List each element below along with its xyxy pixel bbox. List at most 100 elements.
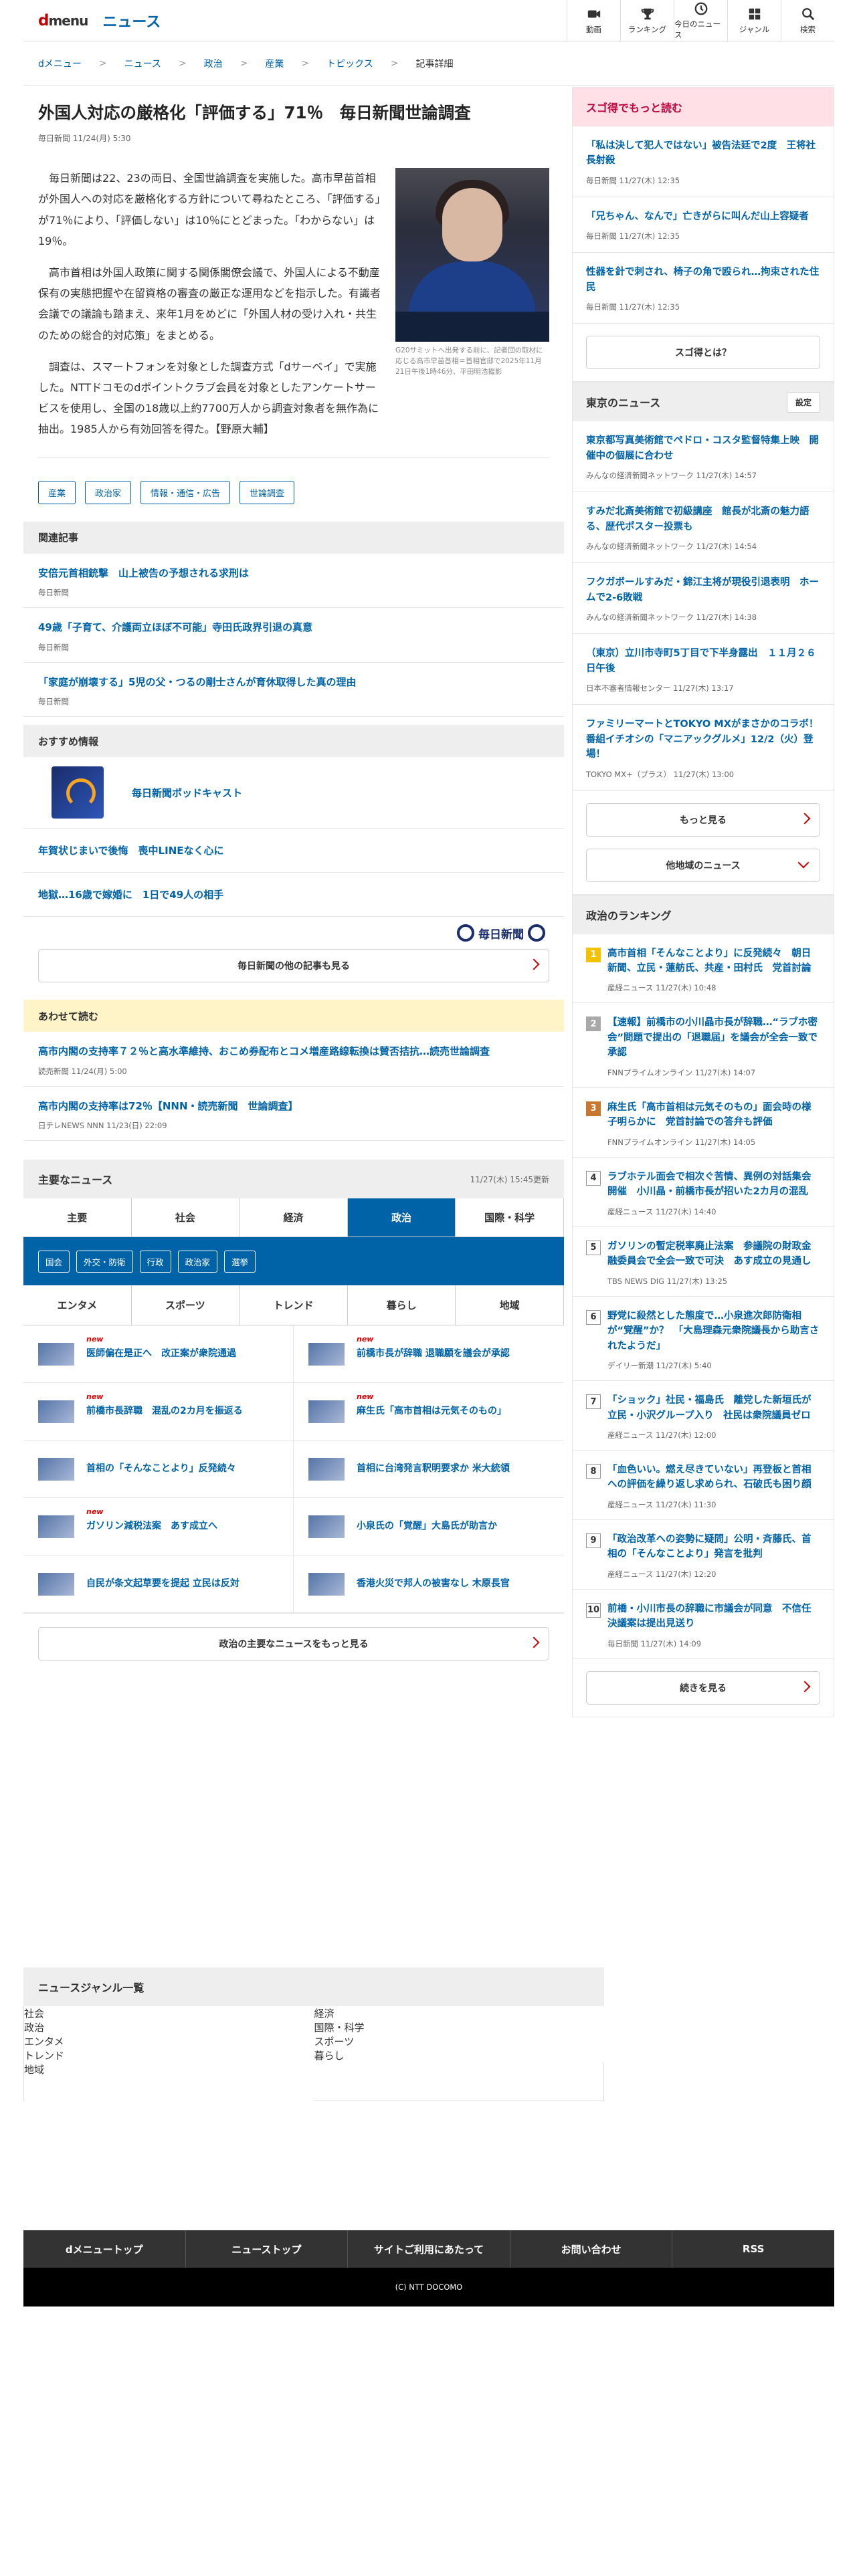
breadcrumb-news[interactable]: ニュース xyxy=(124,57,161,70)
genre-trend[interactable]: トレンド xyxy=(24,2048,314,2062)
ranking-item[interactable]: 3 麻生氏「高市首相は元気そのもの」面会時の様子明らかに 党首討論での答弁も評価 F… xyxy=(573,1088,834,1158)
tokyo-item[interactable]: ファミリーマートとTOKYO MXがまさかのコラボ！番組イチオシの「マニアックグ… xyxy=(573,705,834,791)
news-item[interactable]: new ガソリン減税法案 あす成立へ xyxy=(23,1498,294,1556)
dmenu-logo[interactable]: dmenu xyxy=(38,12,88,29)
tokyo-item[interactable]: （東京）立川市寺町5丁目で下半身露出 １１月２６日午後 日本不審者情報センター 1… xyxy=(573,634,834,706)
footer-terms[interactable]: サイトご利用にあたって xyxy=(348,2230,510,2268)
genre-economy[interactable]: 経済 xyxy=(314,2006,605,2020)
other-region-button[interactable]: 他地域のニュース xyxy=(586,848,820,882)
ranking-item[interactable]: 10 前橋・小川市長の辞職に市議会が同意 不信任決議案は提出見送り 毎日新聞 11/… xyxy=(573,1590,834,1659)
sidebar: スゴ得でもっと読む 「私は決して犯人ではない」被告法廷で2度 王将社長射殺 毎日新… xyxy=(572,87,834,1717)
copyright: (C) NTT DOCOMO xyxy=(23,2268,834,2306)
video-nav[interactable]: 動画 xyxy=(567,0,620,41)
breadcrumb-dmenu[interactable]: dメニュー xyxy=(38,57,82,70)
news-thumbnail xyxy=(308,1342,345,1366)
footer-news-top[interactable]: ニューストップ xyxy=(186,2230,349,2268)
sugo-item[interactable]: 「私は決して犯人ではない」被告法廷で2度 王将社長射殺 毎日新聞 11/27(木)… xyxy=(573,126,834,197)
subtag-item[interactable]: 選挙 xyxy=(224,1250,256,1273)
tab-entertainment[interactable]: エンタメ xyxy=(23,1285,132,1325)
recommend-item[interactable]: 年賀状じまいで後悔 喪中LINEなく心に xyxy=(23,829,564,873)
ranking-item[interactable]: 4 ラブホテル面会で相次ぐ苦情、異例の対話集会開催 小川晶・前橋市長が招いた2カ月… xyxy=(573,1158,834,1227)
search-nav[interactable]: 検索 xyxy=(781,0,834,41)
also-item[interactable]: 高市内閣の支持率７２％と高水準維持、おこめ券配布とコメ増産路線転換は賛否拮抗…読… xyxy=(23,1032,564,1087)
ranking-item[interactable]: 9 「政治改革への姿勢に疑問」公明・斉藤氏、首相の「そんなことより」発言を批判 産経… xyxy=(573,1520,834,1590)
subtag-item[interactable]: 行政 xyxy=(139,1250,171,1273)
news-item[interactable]: new 前橋市長辞職 混乱の2カ月を振返る xyxy=(23,1383,294,1441)
news-item[interactable]: 首相に台湾発言釈明要求か 米大統領 xyxy=(294,1440,564,1499)
news-item[interactable]: new 麻生氏「高市首相は元気そのもの」 xyxy=(294,1383,564,1441)
related-item[interactable]: 49歳「子育て、介護両立ほぼ不可能」寺田氏政界引退の真意 毎日新聞 xyxy=(23,608,564,663)
news-thumbnail xyxy=(308,1515,345,1538)
genre-entertainment[interactable]: エンタメ xyxy=(24,2034,314,2048)
tab-trend[interactable]: トレンド xyxy=(240,1285,348,1325)
news-item[interactable]: new 前橋市長が辞職 退職願を議会が承認 xyxy=(294,1325,564,1384)
tab-region[interactable]: 地域 xyxy=(456,1285,564,1325)
ranking-more-button[interactable]: 続きを見る xyxy=(586,1671,820,1705)
photo-image[interactable] xyxy=(395,168,549,342)
sugo-about-button[interactable]: スゴ得とは？ xyxy=(586,336,820,370)
ranking-item[interactable]: 6 野党に殺然とした態度で…小泉進次郎防衛相が“覚醒”か？ 「大島理森元衆院議長か… xyxy=(573,1297,834,1382)
tokyo-item[interactable]: 東京都写真美術館でペドロ・コスタ監督特集上映 開催中の個展に合わせ みんなの経済新… xyxy=(573,421,834,493)
podcast-icon xyxy=(52,766,104,819)
subtag-item[interactable]: 国会 xyxy=(38,1250,70,1273)
sugo-item[interactable]: 性器を針で刺され、椅子の角で殴られ…拘束された住民 毎日新聞 11/27(木) 1… xyxy=(573,253,834,324)
ranking-nav[interactable]: ランキング xyxy=(620,0,674,41)
genre-society[interactable]: 社会 xyxy=(24,2006,314,2020)
article-text: 毎日新聞は22、23の両日、全国世論調査を実施した。高市早苗首相が外国人への対応… xyxy=(38,168,385,450)
breadcrumb-politics[interactable]: 政治 xyxy=(204,57,223,70)
breadcrumb-industry[interactable]: 産業 xyxy=(265,57,284,70)
recommend-item[interactable]: 地獄…16歳で嫁婚に 1日で49人の相手 xyxy=(23,873,564,918)
footer-rss[interactable]: RSS xyxy=(672,2230,834,2268)
related-item[interactable]: 安倍元首相銃撃 山上被告の予想される求刑は 毎日新聞 xyxy=(23,554,564,609)
more-mainichi-button[interactable]: 毎日新聞の他の記事も見る xyxy=(38,949,549,983)
tab-politics[interactable]: 政治 xyxy=(347,1198,456,1237)
news-item[interactable]: 香港火災で邦人の被害なし 木原長官 xyxy=(294,1555,564,1614)
sugo-box: スゴ得でもっと読む 「私は決して犯人ではない」被告法廷で2度 王将社長射殺 毎日新… xyxy=(572,87,834,383)
photo-caption: G20サミットへ出発する前に、記者団の取材に応じる高市早苗首相＝首相官邸で202… xyxy=(395,346,543,376)
sugo-item[interactable]: 「兄ちゃん、なんで」亡きがらに叫んだ山上容疑者 毎日新聞 11/27(木) 12:… xyxy=(573,197,834,253)
news-item[interactable]: 首相の「そんなことより」反発続々 xyxy=(23,1440,294,1499)
breadcrumb-topics[interactable]: トピックス xyxy=(326,57,373,70)
ranking-item[interactable]: 1 高市首相「そんなことより」に反発続々 朝日新聞、立民・蓮舫氏、共産・田村氏 党… xyxy=(573,934,834,1004)
header: dmenu ニュース 動画 ランキング 今日のニュース ジャンル 検索 xyxy=(23,0,834,41)
footer-dmenu-top[interactable]: dメニュートップ xyxy=(23,2230,186,2268)
genre-sports[interactable]: スポーツ xyxy=(314,2034,605,2048)
genre-international[interactable]: 国際・科学 xyxy=(314,2020,605,2034)
main-news-tabs: 主要 社会 経済 政治 国際・科学 xyxy=(23,1198,564,1238)
subtag-item[interactable]: 外交・防衛 xyxy=(76,1250,133,1273)
news-logo[interactable]: ニュース xyxy=(102,10,161,31)
ranking-item[interactable]: 5 ガソリンの暫定税率廃止法案 参議院の財政金融委員会で全会一致で可決 あす成立の… xyxy=(573,1227,834,1297)
tab-sports[interactable]: スポーツ xyxy=(132,1285,240,1325)
tab-society[interactable]: 社会 xyxy=(132,1198,240,1237)
news-item[interactable]: new 医師偏在是正へ 改正案が衆院通過 xyxy=(23,1325,294,1384)
more-politics-button[interactable]: 政治の主要なニュースをもっと見る xyxy=(38,1627,549,1661)
footer-contact[interactable]: お問い合わせ xyxy=(510,2230,673,2268)
genre-politics[interactable]: 政治 xyxy=(24,2020,314,2034)
tab-economy[interactable]: 経済 xyxy=(240,1198,348,1237)
also-item[interactable]: 高市内閣の支持率は72％【NNN・読売新聞 世論調査】 日テレNEWS NNN 1… xyxy=(23,1087,564,1142)
ranking-item[interactable]: 8 「血色いい。燃え尽きていない」再登板と首相への評価を繰り返し求められ、石破氏も… xyxy=(573,1451,834,1520)
related-item[interactable]: 「家庭が崩壊する」5児の父・つるの剛士さんが育休取得した真の理由 毎日新聞 xyxy=(23,663,564,718)
genre-grid: 社会 経済 政治 国際・科学 エンタメ スポーツ トレンド 暮らし 地域 xyxy=(23,2006,604,2101)
tag-item[interactable]: 政治家 xyxy=(85,480,132,504)
tab-international[interactable]: 国際・科学 xyxy=(456,1198,564,1237)
news-item[interactable]: 自民が条文起草要を提起 立民は反対 xyxy=(23,1555,294,1614)
tokyo-item[interactable]: フクガボールすみだ・錦江主将が現役引退表明 ホームで2-6敗戦 みんなの経済新聞ネ… xyxy=(573,563,834,635)
tag-item[interactable]: 世論調査 xyxy=(240,480,295,504)
settings-button[interactable]: 設定 xyxy=(786,391,820,413)
ranking-item[interactable]: 7 「ショック」社民・福島氏 離党した新垣氏が立民・小沢グループ入り 社民は衆院議… xyxy=(573,1381,834,1451)
genre-nav[interactable]: ジャンル xyxy=(727,0,781,41)
tag-item[interactable]: 産業 xyxy=(38,480,76,504)
tag-item[interactable]: 情報・通信・広告 xyxy=(140,480,231,504)
tokyo-item[interactable]: すみだ北斎美術館で初級講座 館長が北斎の魅力語る、歴代ポスター投票も みんなの経済… xyxy=(573,492,834,564)
tab-life[interactable]: 暮らし xyxy=(348,1285,456,1325)
tokyo-more-button[interactable]: もっと見る xyxy=(586,802,820,837)
ranking-item[interactable]: 2 【速報】前橋市の小川晶市長が辞職…“ラブホ密会”問題で提出の「退職届」を議会が… xyxy=(573,1003,834,1088)
subtag-item[interactable]: 政治家 xyxy=(177,1250,218,1273)
genre-region[interactable]: 地域 xyxy=(24,2062,314,2101)
podcast-item[interactable]: 毎日新聞ポッドキャスト xyxy=(23,757,564,829)
news-item[interactable]: 小泉氏の「覚醒」大島氏が助言か xyxy=(294,1498,564,1556)
tab-main[interactable]: 主要 xyxy=(23,1198,132,1237)
genre-life[interactable]: 暮らし xyxy=(314,2048,605,2062)
today-nav[interactable]: 今日のニュース xyxy=(674,0,727,41)
